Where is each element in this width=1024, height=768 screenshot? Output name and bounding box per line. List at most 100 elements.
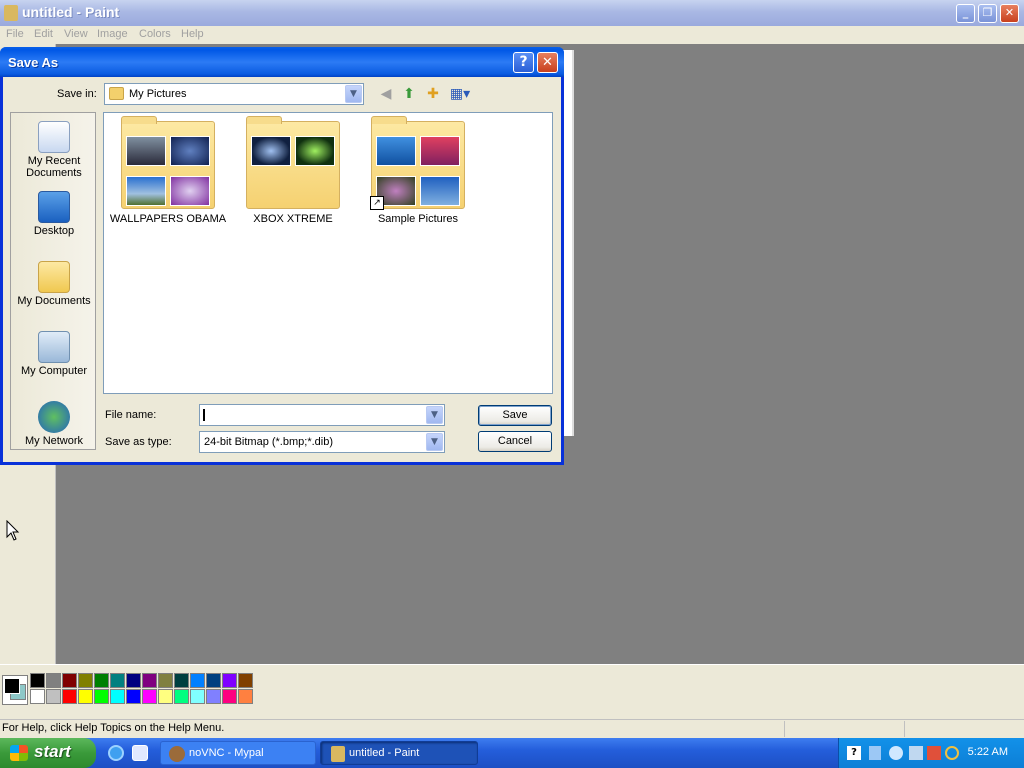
chevron-down-icon[interactable]: ▼: [426, 406, 443, 424]
file-name-input[interactable]: ▼: [199, 404, 445, 426]
palette-color-swatch[interactable]: [174, 673, 189, 688]
palette-color-swatch[interactable]: [174, 689, 189, 704]
task-novnc[interactable]: noVNC - Mypal: [160, 741, 316, 765]
folder-wallpapers-obama[interactable]: WALLPAPERS OBAMA: [108, 116, 228, 225]
status-divider: [784, 721, 785, 737]
task-paint-label: untitled - Paint: [349, 747, 420, 759]
network-tray-icon[interactable]: [869, 746, 881, 760]
palette-color-swatch[interactable]: [126, 689, 141, 704]
save-button[interactable]: Save: [478, 405, 552, 426]
thumbnail: [420, 176, 460, 206]
thumbnail: [251, 136, 291, 166]
palette-color-swatch[interactable]: [62, 689, 77, 704]
chevron-down-icon[interactable]: ▼: [426, 433, 443, 451]
palette-color-swatch[interactable]: [30, 673, 45, 688]
my-network-icon: [38, 401, 70, 433]
view-menu-icon[interactable]: ▦▾: [448, 86, 472, 102]
palette-color-swatch[interactable]: [30, 689, 45, 704]
status-bar: For Help, click Help Topics on the Help …: [0, 719, 1024, 738]
palette-color-swatch[interactable]: [110, 689, 125, 704]
save-as-type-dropdown[interactable]: 24-bit Bitmap (*.bmp;*.dib) ▼: [199, 431, 445, 453]
mypal-icon: [169, 746, 185, 762]
back-tray-icon[interactable]: [889, 746, 903, 760]
my-documents-icon: [38, 261, 70, 293]
menu-edit[interactable]: Edit: [34, 28, 53, 40]
palette-color-swatch[interactable]: [126, 673, 141, 688]
place-my-documents-label: My Documents: [17, 295, 91, 307]
folder-xbox-xtreme[interactable]: XBOX XTREME: [233, 116, 353, 225]
palette-color-swatch[interactable]: [190, 689, 205, 704]
chevron-down-icon[interactable]: ▼: [345, 85, 362, 103]
folder-sample-pictures[interactable]: ↗ Sample Pictures: [358, 116, 478, 225]
dialog-title-bar: [0, 47, 564, 77]
shortcut-arrow-icon: ↗: [370, 196, 384, 210]
menu-colors[interactable]: Colors: [139, 28, 171, 40]
menu-image[interactable]: Image: [97, 28, 128, 40]
thumbnail: [376, 136, 416, 166]
place-my-network[interactable]: My Network: [11, 401, 97, 447]
thumbnail: [126, 176, 166, 206]
place-recent-documents-label: My Recent Documents: [26, 155, 82, 179]
palette-color-swatch[interactable]: [94, 673, 109, 688]
place-desktop[interactable]: Desktop: [11, 191, 97, 237]
menu-file[interactable]: File: [6, 28, 24, 40]
palette-color-swatch[interactable]: [222, 673, 237, 688]
menu-view[interactable]: View: [64, 28, 88, 40]
dialog-help-button[interactable]: ?: [513, 52, 534, 73]
palette-color-swatch[interactable]: [158, 673, 173, 688]
recent-documents-icon: [38, 121, 70, 153]
place-recent-documents[interactable]: My Recent Documents: [11, 121, 97, 179]
help-tray-icon[interactable]: ?: [847, 746, 861, 760]
search-tray-icon[interactable]: [945, 746, 959, 760]
foreground-color-swatch[interactable]: [4, 678, 20, 694]
palette-color-swatch[interactable]: [158, 689, 173, 704]
palette-color-swatch[interactable]: [190, 673, 205, 688]
close-button[interactable]: ✕: [1000, 4, 1019, 23]
file-name-label: File name:: [105, 409, 157, 421]
system-tray: ? 5:22 AM: [838, 738, 1024, 768]
palette-color-swatch[interactable]: [46, 689, 61, 704]
maximize-button[interactable]: ❐: [978, 4, 997, 23]
place-my-computer-label: My Computer: [20, 365, 88, 377]
save-as-type-label: Save as type:: [105, 436, 172, 448]
menu-help[interactable]: Help: [181, 28, 204, 40]
palette-color-swatch[interactable]: [94, 689, 109, 704]
dialog-close-button[interactable]: ✕: [537, 52, 558, 73]
paint-title-bar: [0, 0, 1024, 26]
place-my-computer[interactable]: My Computer: [11, 331, 97, 377]
folder-icon: [121, 116, 215, 209]
thumbnail: [170, 136, 210, 166]
palette-color-swatch[interactable]: [78, 673, 93, 688]
start-button[interactable]: start: [0, 738, 96, 768]
palette-color-swatch[interactable]: [142, 689, 157, 704]
minimize-button[interactable]: _: [956, 4, 975, 23]
computer-tray-icon[interactable]: [909, 746, 923, 760]
back-icon[interactable]: ◀: [377, 86, 395, 102]
palette-color-swatch[interactable]: [238, 689, 253, 704]
app-tray-icon[interactable]: [927, 746, 941, 760]
ie-quicklaunch-icon[interactable]: [108, 745, 124, 761]
mouse-cursor-icon: [6, 520, 20, 541]
palette-color-swatch[interactable]: [78, 689, 93, 704]
palette-color-swatch[interactable]: [238, 673, 253, 688]
palette-color-swatch[interactable]: [62, 673, 77, 688]
palette-color-swatch[interactable]: [206, 673, 221, 688]
folder-label: XBOX XTREME: [253, 213, 333, 225]
folder-icon: ↗: [370, 116, 465, 210]
text-cursor: [203, 409, 205, 421]
new-folder-icon[interactable]: ✚: [424, 86, 442, 102]
palette-color-swatch[interactable]: [222, 689, 237, 704]
palette-color-swatch[interactable]: [46, 673, 61, 688]
palette-color-swatch[interactable]: [142, 673, 157, 688]
palette-color-swatch[interactable]: [110, 673, 125, 688]
task-paint[interactable]: untitled - Paint: [320, 741, 478, 765]
cancel-button[interactable]: Cancel: [478, 431, 552, 452]
place-my-documents[interactable]: My Documents: [11, 261, 97, 307]
up-folder-icon[interactable]: ⬆: [400, 86, 418, 102]
status-text: For Help, click Help Topics on the Help …: [2, 722, 225, 734]
save-in-dropdown[interactable]: My Pictures ▼: [104, 83, 364, 105]
explorer-quicklaunch-icon[interactable]: [132, 745, 148, 761]
paint-task-icon: [331, 746, 345, 762]
palette-color-swatch[interactable]: [206, 689, 221, 704]
thumbnail: [420, 136, 460, 166]
